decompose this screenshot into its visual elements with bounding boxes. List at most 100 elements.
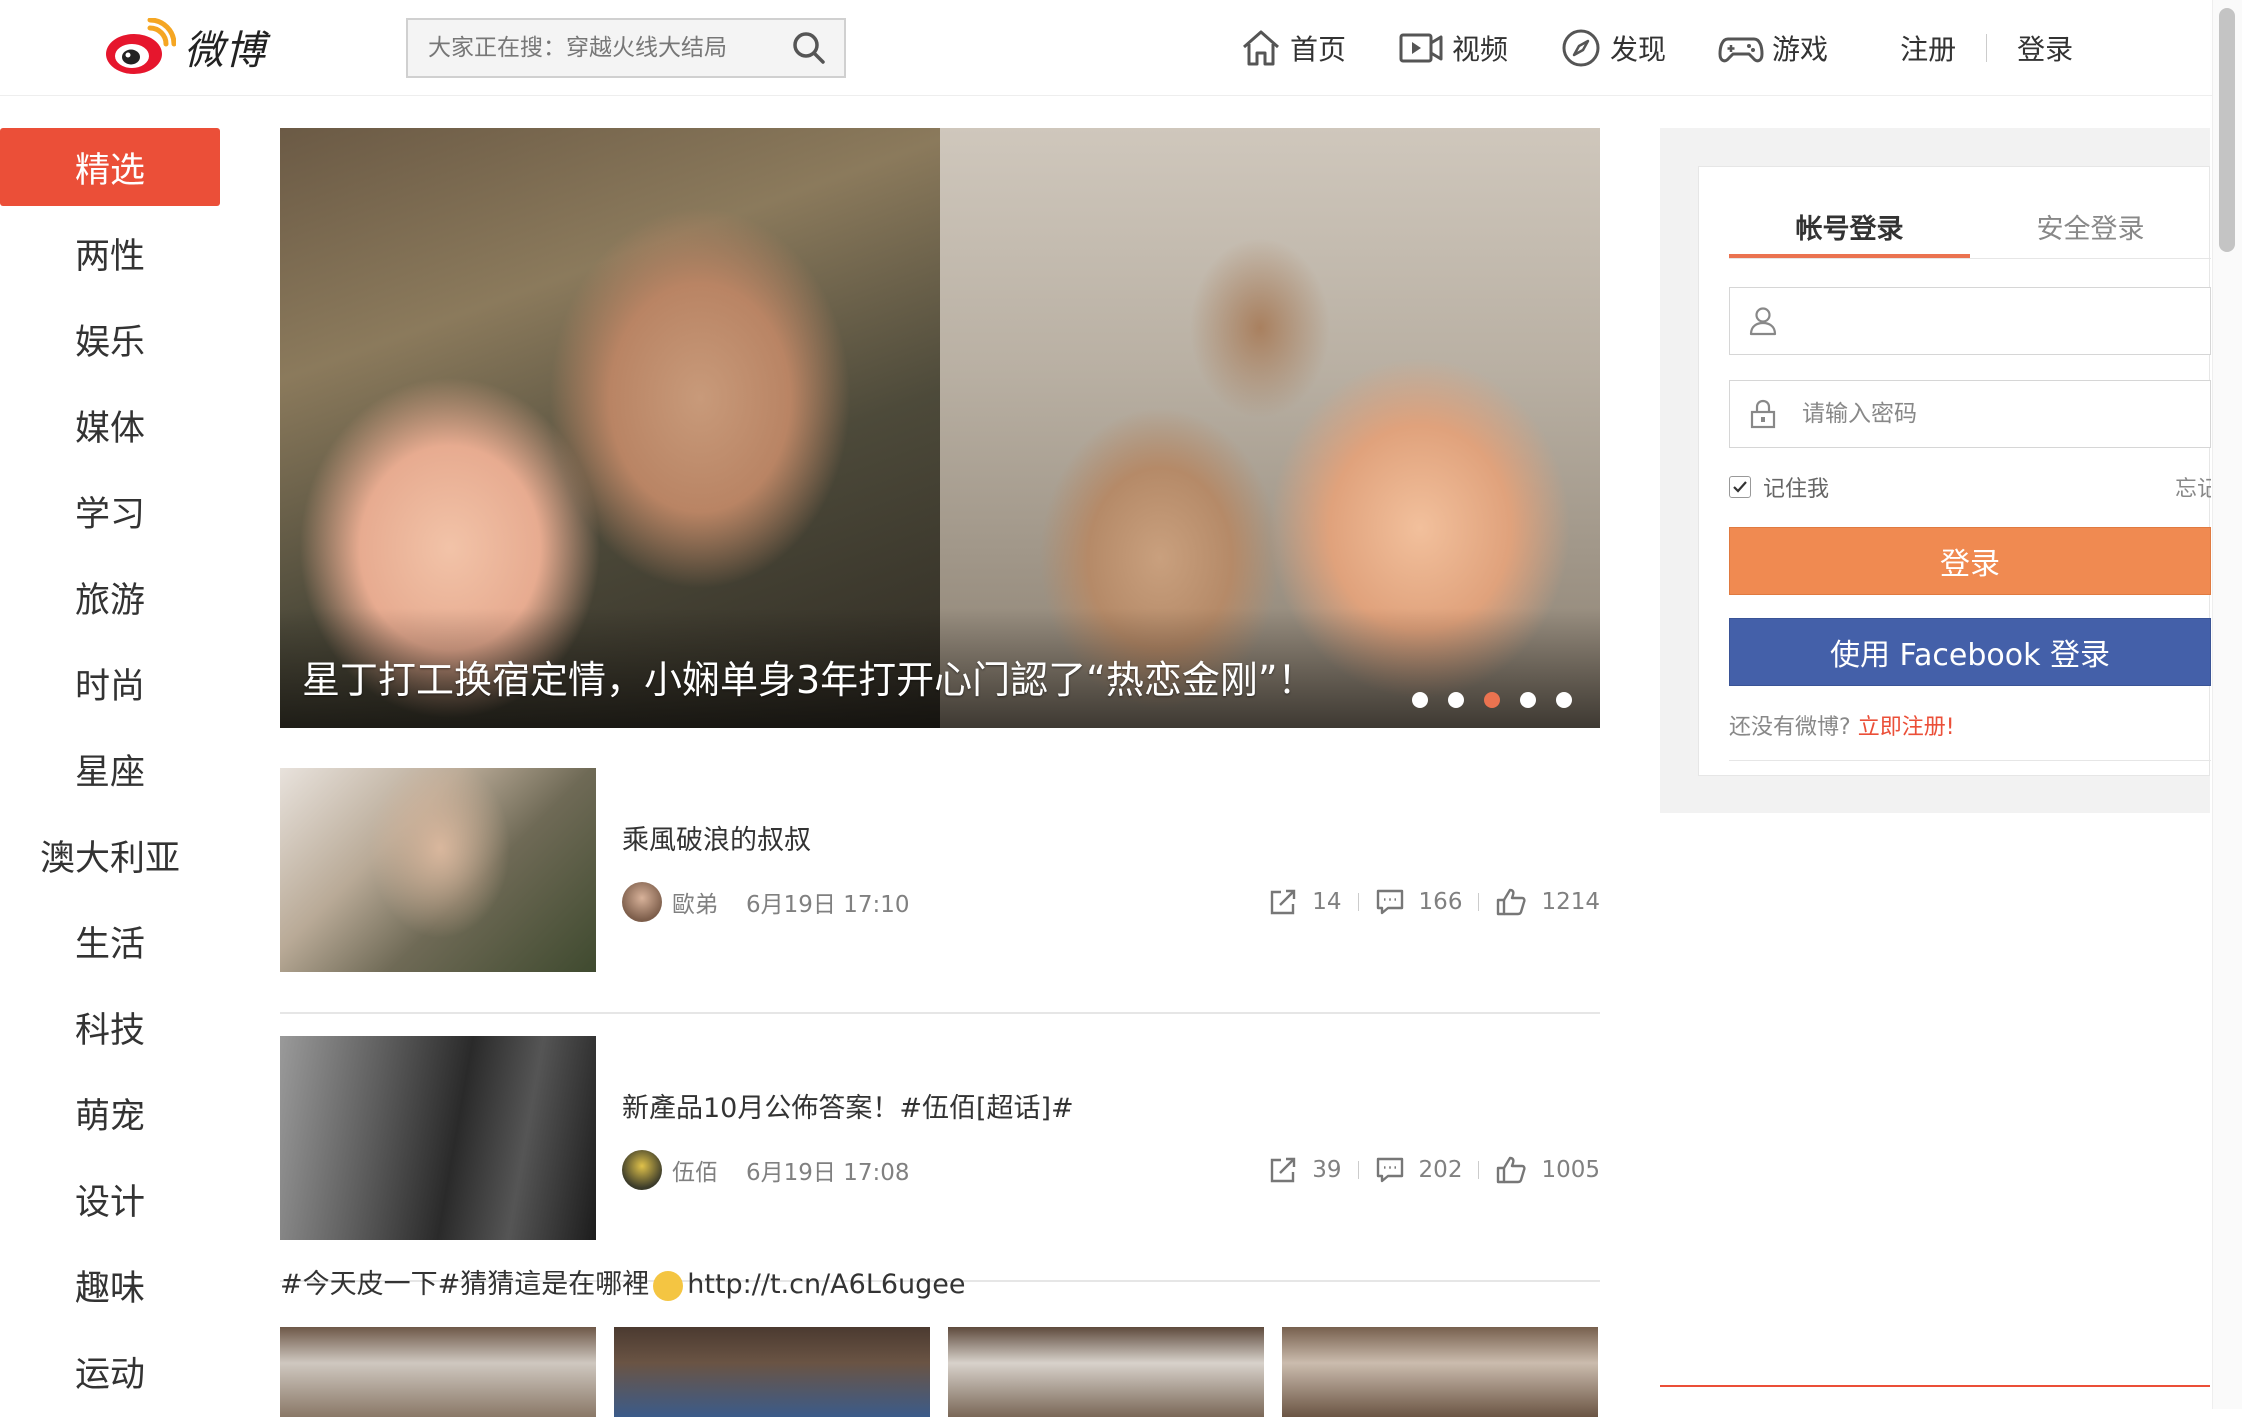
card-divider [1729,760,2211,761]
forgot-password-link[interactable]: 忘记 [2175,471,2211,503]
sidebar-item-horoscope[interactable]: 星座 [0,730,220,808]
feed-meta: 歐弟 6月19日 17:10 [622,880,910,924]
remember-me-checkbox[interactable]: 记住我 [1729,471,1829,503]
carousel-dot[interactable] [1556,692,1572,708]
like-count: 1214 [1541,889,1600,915]
facebook-login-button[interactable]: 使用 Facebook 登录 [1729,618,2211,686]
comment-count: 202 [1418,1157,1463,1183]
sidebar-item-fashion[interactable]: 时尚 [0,644,220,722]
auth-divider [1986,34,1988,62]
register-now-link[interactable]: 立即注册! [1858,715,1955,740]
sidebar-item-entertainment[interactable]: 娱乐 [0,300,220,378]
sidebar-item-tech[interactable]: 科技 [0,988,220,1066]
login-link[interactable]: 登录 [2017,28,2073,68]
nav-games[interactable]: 游戏 [1718,27,1828,69]
post-text[interactable]: #今天皮一下#猜猜這是在哪裡 http://t.cn/A6L6ugee [280,1262,966,1301]
carousel-dot[interactable] [1412,692,1428,708]
feed-thumbnail[interactable] [280,1036,596,1240]
scrollbar-thumb[interactable] [2219,8,2235,252]
tab-account-login[interactable]: 帐号登录 [1729,197,1970,258]
nav-games-label: 游戏 [1772,33,1829,66]
sidebar-item-life[interactable]: 生活 [0,902,220,980]
comment-icon [1376,889,1403,915]
username-field [1729,287,2211,355]
weibo-eye-icon [106,18,176,74]
compass-icon [1562,29,1600,67]
feed-title[interactable]: 乘風破浪的叔叔 [622,818,811,857]
stat-divider [1357,893,1359,911]
sidebar-item-australia[interactable]: 澳大利亚 [0,816,220,894]
post-image[interactable] [948,1327,1264,1417]
no-account-text: 还没有微博? [1729,715,1851,740]
avatar[interactable] [622,882,662,922]
sidebar-item-study[interactable]: 学习 [0,472,220,550]
sidebar-item-gender[interactable]: 两性 [0,214,220,292]
checkbox[interactable] [1729,476,1751,498]
register-link[interactable]: 注册 [1900,28,1956,68]
user-icon [1738,306,1788,336]
feed-time: 6月19日 17:08 [746,1160,910,1186]
home-icon [1243,30,1279,66]
stat-divider [1478,893,1480,911]
stat-divider [1357,1161,1359,1179]
sidebar-item-sports[interactable]: 运动 [0,1332,220,1410]
feed-item: 乘風破浪的叔叔 歐弟 6月19日 17:10 14 166 1214 [280,768,1600,1014]
sidebar-item-travel[interactable]: 旅游 [0,558,220,636]
weibo-logo[interactable]: 微博 [104,14,266,80]
nav-video-label: 视频 [1452,33,1509,66]
search-icon [793,32,825,64]
auth-links: 注册 登录 [1900,28,2073,68]
search-button[interactable] [774,20,844,76]
share-button[interactable]: 39 [1268,1155,1342,1185]
post-image[interactable] [1282,1327,1598,1417]
sidebar-item-design[interactable]: 设计 [0,1160,220,1238]
comment-button[interactable]: 202 [1375,1155,1463,1185]
nav-home[interactable]: 首页 [1240,27,1346,69]
page-scrollbar[interactable] [2212,0,2242,1409]
post-image[interactable] [280,1327,596,1417]
category-sidebar: 精选 两性 娱乐 媒体 学习 旅游 时尚 星座 澳大利亚 生活 科技 萌宠 设计… [0,128,220,1418]
feed-stats: 39 202 1005 [1268,1148,1600,1192]
gamepad-icon [1718,37,1764,63]
search-input[interactable] [408,20,774,76]
share-icon [1271,1157,1296,1183]
feed-thumbnail[interactable] [280,768,596,972]
login-button[interactable]: 登录 [1729,527,2211,595]
remember-me-label: 记住我 [1763,477,1830,502]
sidebar-item-fun[interactable]: 趣味 [0,1246,220,1324]
carousel-dots [1392,692,1572,708]
search-box [406,18,846,78]
nav-discover-label: 发现 [1610,33,1667,66]
nav-home-label: 首页 [1290,33,1347,66]
sidebar-item-featured[interactable]: 精选 [0,128,220,206]
comment-button[interactable]: 166 [1375,887,1462,917]
logo-text: 微博 [184,28,266,74]
feed-author[interactable]: 伍佰 [672,1153,718,1187]
feed-meta: 伍佰 6月19日 17:08 [622,1148,910,1192]
post-image[interactable] [614,1327,930,1417]
section-divider [1660,1385,2210,1387]
sidebar-item-media[interactable]: 媒体 [0,386,220,464]
avatar[interactable] [622,1150,662,1190]
username-input[interactable] [1788,288,2210,354]
carousel-dot[interactable] [1448,692,1464,708]
tab-secure-login[interactable]: 安全登录 [1970,197,2211,258]
carousel-dot[interactable] [1520,692,1536,708]
like-button[interactable]: 1005 [1495,1155,1600,1185]
share-button[interactable]: 14 [1268,887,1342,917]
feed-author[interactable]: 歐弟 [672,885,718,919]
feed-title[interactable]: 新產品10月公佈答案！#伍佰[超话]# [622,1086,1074,1125]
nav-discover[interactable]: 发现 [1560,27,1666,69]
banner-carousel[interactable]: 星丁打工换宿定情，小娴单身3年打开心门認了“热恋金刚”！ [280,128,1600,728]
like-button[interactable]: 1214 [1495,887,1600,917]
checkmark-icon [1733,481,1747,493]
sidebar-item-pets[interactable]: 萌宠 [0,1074,220,1152]
carousel-dot-active[interactable] [1484,692,1500,708]
like-count: 1005 [1541,1157,1600,1183]
banner-caption[interactable]: 星丁打工换宿定情，小娴单身3年打开心门認了“热恋金刚”！ [302,649,1316,704]
post-image-grid [280,1327,1616,1417]
password-input[interactable] [1788,381,2210,447]
post-link[interactable]: http://t.cn/A6L6ugee [687,1269,965,1300]
nav-video[interactable]: 视频 [1398,27,1508,69]
share-icon [1271,889,1296,915]
